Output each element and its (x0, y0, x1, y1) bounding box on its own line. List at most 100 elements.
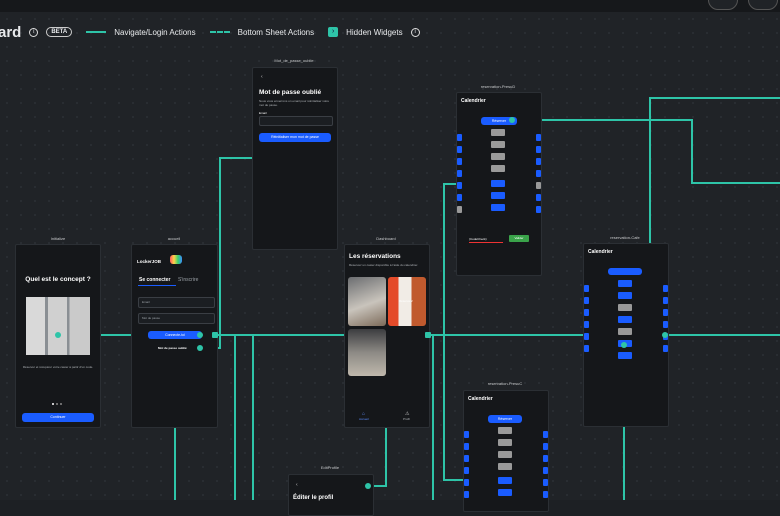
slot-right[interactable] (536, 206, 541, 213)
email-field[interactable]: Email (138, 297, 215, 308)
time-slot[interactable] (491, 153, 505, 160)
slot-right[interactable] (536, 146, 541, 153)
screen-label-mot-de-passe: Mot_de_passe_oublie (274, 58, 314, 63)
connection-node[interactable] (662, 332, 668, 338)
slot-right[interactable] (543, 491, 548, 498)
slot-left[interactable] (457, 182, 462, 189)
slot-right[interactable] (663, 321, 668, 328)
slot-right[interactable] (543, 455, 548, 462)
slot-left[interactable] (584, 285, 589, 292)
info-icon[interactable]: i (29, 27, 39, 37)
legend-bottom-sheet: Bottom Sheet Actions (237, 27, 315, 37)
slot-right[interactable] (536, 182, 541, 189)
home-icon[interactable]: ⌂ (362, 411, 365, 417)
time-slot[interactable] (491, 165, 505, 172)
screen-reservation-presud[interactable]: Calendrier Réserver (CodeCheck) Valider (456, 92, 542, 276)
validate-button[interactable]: Valider (509, 235, 529, 242)
reset-password-button[interactable]: Réinitialiser mon mot de passe (259, 133, 331, 142)
reset-email-field[interactable] (259, 116, 333, 126)
time-slot[interactable] (491, 204, 505, 211)
time-slot[interactable] (618, 316, 632, 323)
locker-image-1[interactable] (348, 277, 386, 326)
code-check-label: (CodeCheck) (469, 237, 487, 241)
slot-left[interactable] (457, 170, 462, 177)
forgot-password-link[interactable]: Mot de passe oublié (158, 346, 187, 350)
slot-left[interactable] (584, 309, 589, 316)
screen-edit-profile[interactable]: ‹ Éditer le profil (288, 474, 374, 516)
slot-left[interactable] (464, 491, 469, 498)
slot-right[interactable] (536, 170, 541, 177)
time-slot[interactable] (498, 451, 512, 458)
reserve-button[interactable] (608, 268, 642, 275)
slot-right[interactable] (536, 134, 541, 141)
slot-left[interactable] (584, 297, 589, 304)
connection-node[interactable] (425, 332, 431, 338)
slot-left[interactable] (457, 158, 462, 165)
screen-dashboard[interactable]: Les réservations Réservez un casier disp… (344, 244, 430, 428)
continue-button[interactable]: Continuer (22, 413, 94, 422)
locker-image-3[interactable] (348, 329, 386, 376)
info-icon[interactable]: i (410, 27, 420, 37)
slot-right[interactable] (543, 467, 548, 474)
time-slot[interactable] (491, 192, 505, 199)
slot-right[interactable] (543, 479, 548, 486)
slot-right[interactable] (536, 194, 541, 201)
hidden-widgets-toggle-icon[interactable]: › (328, 27, 339, 37)
screen-reservation-cafe[interactable]: Calendrier (583, 243, 669, 427)
slot-left[interactable] (457, 146, 462, 153)
locker-image-2[interactable]: Réserve 2 (388, 277, 426, 326)
connection-node[interactable] (621, 342, 627, 348)
slot-left[interactable] (464, 479, 469, 486)
slot-left[interactable] (457, 134, 462, 141)
connection-node[interactable] (509, 117, 515, 123)
time-slot[interactable] (491, 129, 505, 136)
back-icon[interactable]: ‹ (296, 482, 298, 488)
slot-right[interactable] (663, 297, 668, 304)
slot-left[interactable] (464, 431, 469, 438)
slot-right[interactable] (663, 309, 668, 316)
solid-line-icon (86, 31, 107, 33)
login-button[interactable]: Connecte-toi (148, 331, 202, 339)
time-slot[interactable] (618, 328, 632, 335)
slot-left[interactable] (457, 206, 462, 213)
nav-home[interactable]: Accueil (359, 417, 369, 421)
time-slot[interactable] (498, 463, 512, 470)
time-slot[interactable] (618, 292, 632, 299)
connection-node[interactable] (212, 332, 218, 338)
slot-right[interactable] (536, 158, 541, 165)
slot-right[interactable] (543, 431, 548, 438)
time-slot[interactable] (498, 439, 512, 446)
time-slot[interactable] (498, 477, 512, 484)
slot-left[interactable] (457, 194, 462, 201)
time-slot[interactable] (498, 427, 512, 434)
slot-right[interactable] (663, 345, 668, 352)
slot-left[interactable] (464, 455, 469, 462)
slot-left[interactable] (584, 333, 589, 340)
connection-node[interactable] (55, 332, 61, 338)
time-slot[interactable] (618, 280, 632, 287)
screen-mot-de-passe-oublie[interactable]: ‹ Mot de passe oublié Nous vous enverron… (252, 67, 338, 250)
time-slot[interactable] (491, 180, 505, 187)
back-icon[interactable]: ‹ (261, 74, 263, 80)
profile-icon[interactable]: ⚠ (405, 411, 409, 417)
tab-signup[interactable]: S'inscrire (178, 277, 198, 283)
screen-accueil[interactable]: LockerJOB Se connecter S'inscrire Email … (131, 244, 218, 428)
screen-reservation-presuc[interactable]: Calendrier Réserver (463, 390, 549, 512)
time-slot[interactable] (618, 352, 632, 359)
slot-left[interactable] (464, 443, 469, 450)
slot-left[interactable] (464, 467, 469, 474)
tab-login[interactable]: Se connecter (139, 277, 170, 283)
slot-left[interactable] (584, 321, 589, 328)
nav-profile[interactable]: Profil (403, 417, 410, 421)
reserve-button[interactable]: Réserver (488, 415, 522, 423)
connection-node[interactable] (197, 332, 203, 338)
slot-right[interactable] (663, 285, 668, 292)
time-slot[interactable] (491, 141, 505, 148)
connection-node[interactable] (197, 345, 203, 351)
time-slot[interactable] (618, 304, 632, 311)
password-field[interactable]: Mot de passe (138, 313, 215, 324)
slot-right[interactable] (543, 443, 548, 450)
connection-node[interactable] (365, 483, 371, 489)
time-slot[interactable] (498, 489, 512, 496)
slot-left[interactable] (584, 345, 589, 352)
